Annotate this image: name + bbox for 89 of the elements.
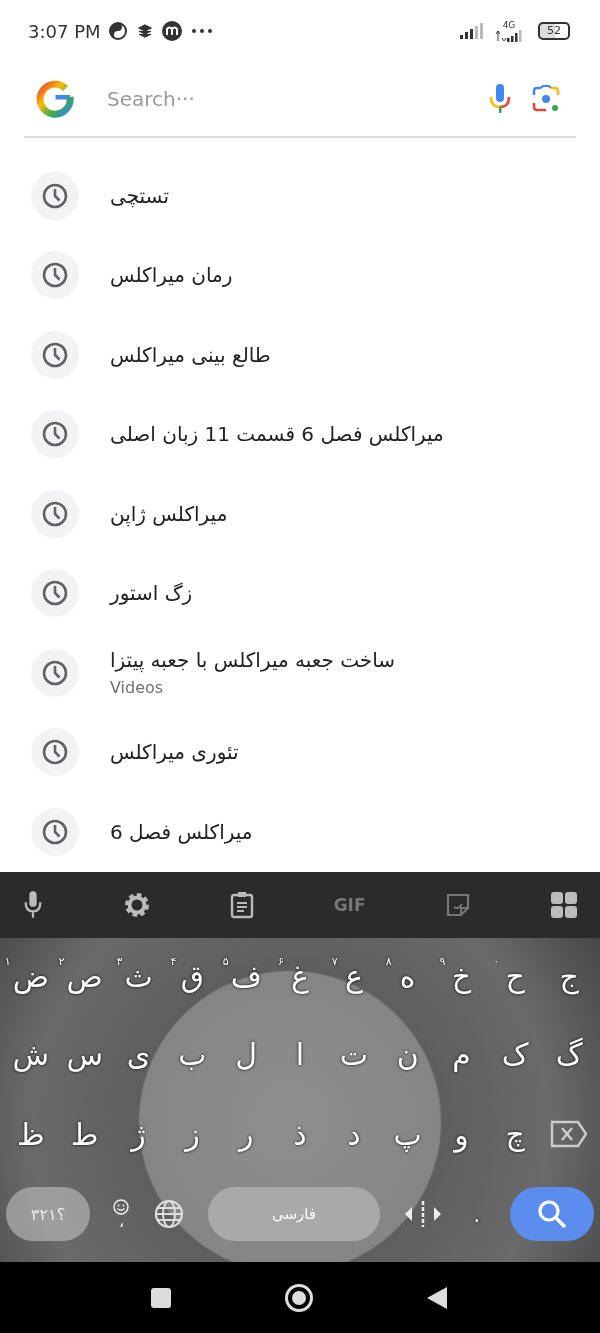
suggestion-text: میراکلس فصل 6 قسمت 11 زبان اصلی bbox=[110, 422, 444, 447]
more-icon bbox=[190, 28, 213, 34]
suggestion-item[interactable]: رمان میراکلس bbox=[0, 235, 600, 315]
suggestion-text: تستچی bbox=[110, 183, 170, 208]
key[interactable]: گ bbox=[549, 1036, 590, 1072]
home-button-icon[interactable] bbox=[284, 1282, 314, 1313]
signal-icon bbox=[460, 23, 484, 39]
history-clock-icon bbox=[31, 807, 79, 856]
microphone-icon[interactable] bbox=[488, 83, 512, 115]
key[interactable]: ه $^{۸}$ bbox=[387, 958, 428, 994]
suggestion-item[interactable]: میراکلس فصل 6 bbox=[0, 792, 600, 872]
key[interactable]: د bbox=[333, 1116, 374, 1152]
history-clock-icon bbox=[31, 410, 79, 459]
backspace-icon[interactable] bbox=[550, 1120, 589, 1148]
search-field[interactable]: Search··· bbox=[95, 87, 468, 111]
key[interactable]: پ bbox=[387, 1116, 428, 1152]
suggestion-text: میراکلس ژاپن bbox=[110, 501, 228, 526]
suggestion-item[interactable]: تئوری میراکلس bbox=[0, 712, 600, 792]
key[interactable]: ی bbox=[118, 1036, 159, 1072]
history-clock-icon bbox=[31, 648, 79, 697]
suggestion-text: تئوری میراکلس bbox=[110, 740, 239, 765]
signal-icon bbox=[495, 29, 523, 42]
network-type: 4G bbox=[502, 20, 516, 30]
key[interactable]: م bbox=[441, 1036, 482, 1072]
suggestion-item[interactable]: میراکلس ژاپن bbox=[0, 474, 600, 554]
key[interactable]: ض$^{۱}$ bbox=[6, 958, 56, 994]
key[interactable]: ع $^{۷}$ bbox=[333, 958, 374, 994]
history-clock-icon bbox=[31, 569, 79, 618]
suggestion-text: رمان میراکلس bbox=[110, 263, 233, 288]
key[interactable]: ت bbox=[333, 1036, 374, 1072]
key[interactable]: خ $^{۹}$ bbox=[441, 958, 482, 994]
suggestion-item[interactable]: طالع بینی میراکلس bbox=[0, 315, 600, 395]
key[interactable]: ق$^{۴}$ bbox=[172, 958, 213, 994]
sticker-icon[interactable] bbox=[444, 892, 471, 918]
key[interactable]: چ bbox=[495, 1116, 536, 1152]
recents-button-icon[interactable] bbox=[150, 1286, 172, 1309]
key[interactable]: ا bbox=[280, 1036, 320, 1072]
key[interactable]: ص$^{۲}$ bbox=[60, 958, 109, 994]
settings-icon[interactable] bbox=[123, 891, 152, 919]
google-logo-icon bbox=[35, 79, 75, 119]
key[interactable]: ذ bbox=[280, 1116, 320, 1152]
cursor-move-icon[interactable] bbox=[403, 1199, 444, 1229]
emoji-icon[interactable] bbox=[113, 1199, 130, 1215]
globe-icon[interactable] bbox=[152, 1198, 185, 1230]
back-button-icon[interactable] bbox=[426, 1285, 448, 1310]
key[interactable]: ز bbox=[172, 1116, 213, 1152]
clipboard-icon[interactable] bbox=[230, 891, 255, 919]
history-clock-icon bbox=[31, 489, 79, 538]
key[interactable]: ب bbox=[172, 1036, 213, 1072]
app-notification-icon bbox=[161, 21, 182, 41]
key[interactable]: ن bbox=[387, 1036, 428, 1072]
suggestion-subtitle: Videos bbox=[110, 678, 164, 698]
battery-indicator: 52 bbox=[538, 22, 570, 40]
suggestion-text: طالع بینی میراکلس bbox=[110, 342, 271, 367]
layers-icon bbox=[136, 23, 153, 39]
key[interactable]: س bbox=[60, 1036, 110, 1072]
search-icon bbox=[535, 1198, 568, 1230]
history-clock-icon bbox=[31, 251, 79, 300]
key[interactable]: ث$^{۳}$ bbox=[118, 958, 159, 994]
gif-button[interactable]: GIF bbox=[333, 895, 366, 915]
status-time: 3:07 PM bbox=[28, 20, 101, 42]
camera-lens-icon[interactable] bbox=[532, 85, 560, 113]
key[interactable]: ل bbox=[226, 1036, 267, 1072]
key[interactable]: ژ bbox=[118, 1116, 159, 1152]
key[interactable]: ش bbox=[6, 1036, 56, 1072]
key[interactable]: ر bbox=[226, 1116, 267, 1152]
key[interactable]: ج bbox=[549, 958, 590, 994]
suggestion-text: زگ استور bbox=[110, 581, 193, 606]
app-notification-icon bbox=[107, 21, 128, 41]
history-clock-icon bbox=[31, 728, 79, 777]
history-clock-icon bbox=[31, 171, 79, 220]
apps-grid-icon[interactable] bbox=[550, 891, 578, 919]
period-key[interactable]: . bbox=[466, 1201, 487, 1227]
search-key[interactable] bbox=[509, 1187, 594, 1241]
key[interactable]: ک bbox=[495, 1036, 536, 1072]
comma-key[interactable]: ، bbox=[118, 1215, 124, 1229]
key[interactable]: و bbox=[441, 1116, 482, 1152]
key[interactable]: غ $^{۶}$ bbox=[280, 958, 320, 994]
suggestion-text: میراکلس فصل 6 bbox=[110, 819, 253, 844]
key[interactable]: ظ bbox=[10, 1116, 51, 1152]
suggestion-text: ساخت جعبه میراکلس با جعبه پیتزا bbox=[110, 648, 396, 673]
suggestion-item[interactable]: زگ استور bbox=[0, 553, 600, 633]
history-clock-icon bbox=[31, 330, 79, 379]
key[interactable]: ط bbox=[64, 1116, 105, 1152]
key[interactable]: ح $^{۰}$ bbox=[495, 958, 536, 994]
microphone-icon[interactable] bbox=[22, 890, 44, 920]
suggestion-item[interactable]: میراکلس فصل 6 قسمت 11 زبان اصلی bbox=[0, 394, 600, 474]
key[interactable]: ف$^{۵}$ bbox=[224, 958, 268, 994]
suggestion-item[interactable]: تستچی bbox=[0, 156, 600, 236]
